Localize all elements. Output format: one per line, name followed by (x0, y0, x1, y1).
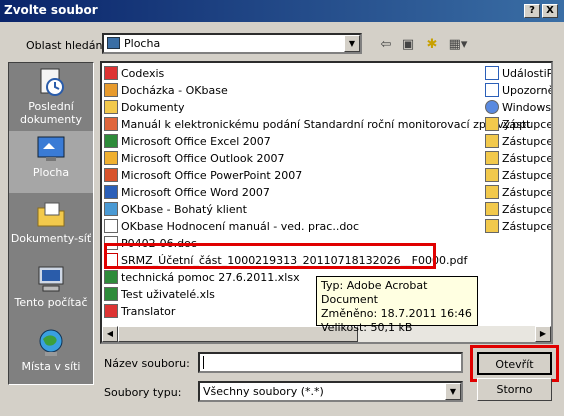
place-network[interactable]: Místa v síti (9, 325, 93, 387)
chevron-down-icon[interactable]: ▼ (344, 35, 360, 52)
file-item[interactable]: Codexis (104, 65, 164, 82)
file-item[interactable]: Zástupce - (485, 201, 551, 218)
up-folder-icon[interactable]: ▣ (398, 36, 418, 54)
file-item[interactable]: Zástupce - (485, 133, 551, 150)
highlight-box-open (470, 345, 559, 382)
file-item[interactable]: Zástupce - (485, 116, 551, 133)
file-item[interactable]: Microsoft Office Outlook 2007 (104, 150, 284, 167)
folder-shortcut-icon (485, 151, 499, 165)
folder-shortcut-icon (485, 202, 499, 216)
doc-icon (104, 219, 118, 233)
scroll-left-icon[interactable]: ◀ (102, 326, 118, 342)
desktop-icon (37, 136, 65, 161)
folder-shortcut-icon (485, 168, 499, 182)
documents-network-icon (37, 202, 65, 227)
places-bar: Poslední dokumenty Plocha Dokumenty-síť … (8, 62, 94, 385)
place-desktop[interactable]: Plocha (9, 131, 93, 193)
filename-input[interactable] (198, 352, 463, 373)
place-label: Tento počítač (14, 296, 88, 309)
lookin-label: Oblast hledání: (26, 39, 110, 52)
file-item[interactable]: Zástupce - (485, 167, 551, 184)
scroll-right-icon[interactable]: ▶ (535, 326, 551, 342)
tooltip-modified: Změněno: 18.7.2011 16:46 (321, 307, 472, 320)
lookin-value: Plocha (124, 37, 161, 50)
file-item[interactable]: technická pomoc 27.6.2011.xlsx (104, 269, 300, 286)
help-button[interactable]: ? (524, 4, 540, 18)
file-item[interactable]: Translator (104, 303, 175, 320)
file-item[interactable]: OKbase - Bohatý klient (104, 201, 247, 218)
filetype-combo[interactable]: Všechny soubory (*.*) ▼ (198, 381, 463, 402)
file-item[interactable]: Windows M (485, 99, 551, 116)
file-item[interactable]: OKbase Hodnocení manuál - ved. prac..doc (104, 218, 359, 235)
file-item[interactable]: UdálostiPr (485, 65, 551, 82)
close-button[interactable]: X (542, 4, 558, 18)
file-item[interactable]: Zástupce - (485, 184, 551, 201)
folder-shortcut-icon (485, 117, 499, 131)
app-icon (104, 304, 118, 318)
word-icon (104, 185, 118, 199)
folder-shortcut-icon (485, 219, 499, 233)
shortcut-icon (104, 66, 118, 80)
text-cursor (203, 356, 204, 369)
file-item[interactable]: Upozorně (485, 82, 551, 99)
web-shortcut-icon (104, 83, 118, 97)
file-tooltip: Typ: Adobe Acrobat Document Změněno: 18.… (316, 276, 478, 334)
doc-icon (485, 66, 499, 80)
powerpoint-icon (104, 168, 118, 182)
place-label: Poslední dokumenty (20, 100, 82, 126)
back-icon[interactable]: ⇦ (376, 36, 396, 54)
file-item[interactable]: Test uživatelé.xls (104, 286, 215, 303)
filename-label: Název souboru: (104, 357, 190, 370)
place-documents-network[interactable]: Dokumenty-síť (9, 197, 93, 259)
place-label: Místa v síti (21, 360, 81, 373)
excel-icon (104, 134, 118, 148)
folder-shortcut-icon (485, 185, 499, 199)
file-item[interactable]: Docházka - OKbase (104, 82, 228, 99)
xlsx-icon (104, 270, 118, 284)
view-menu-icon[interactable]: ▦▾ (446, 36, 470, 54)
lookin-combo[interactable]: Plocha ▼ (102, 33, 362, 54)
file-item[interactable]: Zástupce - (485, 218, 551, 235)
network-places-icon (39, 329, 63, 356)
highlight-box-file (104, 243, 436, 269)
tooltip-size: Velikost: 50,1 kB (321, 321, 413, 334)
doc-icon (485, 83, 499, 97)
file-item[interactable]: Microsoft Office PowerPoint 2007 (104, 167, 302, 184)
filetype-value: Všechny soubory (*.*) (203, 385, 324, 398)
outlook-icon (104, 151, 118, 165)
place-label: Dokumenty-síť (10, 232, 92, 245)
folder-shortcut-icon (485, 134, 499, 148)
desktop-icon (107, 37, 120, 49)
folder-icon (104, 100, 118, 114)
file-item[interactable]: Zástupce - (485, 150, 551, 167)
title-bar: Zvolte soubor ? X (0, 0, 564, 22)
file-item[interactable]: Dokumenty (104, 99, 184, 116)
filetype-label: Soubory typu: (104, 386, 182, 399)
place-label: Plocha (32, 166, 70, 179)
cancel-button[interactable]: Storno (477, 378, 552, 401)
place-my-computer[interactable]: Tento počítač (9, 261, 93, 323)
place-recent-documents[interactable]: Poslední dokumenty (9, 65, 93, 127)
chevron-down-icon[interactable]: ▼ (445, 383, 461, 400)
file-item[interactable]: Manuál k elektronickému podání Standardn… (104, 116, 530, 133)
window-title: Zvolte soubor (4, 3, 98, 17)
my-computer-icon (38, 266, 64, 292)
file-item[interactable]: Microsoft Office Excel 2007 (104, 133, 271, 150)
ppt-icon (104, 117, 118, 131)
recent-documents-icon (40, 68, 64, 96)
tooltip-type: Typ: Adobe Acrobat Document (321, 279, 428, 306)
new-folder-icon[interactable]: ✱ (422, 36, 442, 54)
file-item[interactable]: Microsoft Office Word 2007 (104, 184, 270, 201)
windows-media-icon (485, 100, 499, 114)
app-icon (104, 202, 118, 216)
xls-icon (104, 287, 118, 301)
